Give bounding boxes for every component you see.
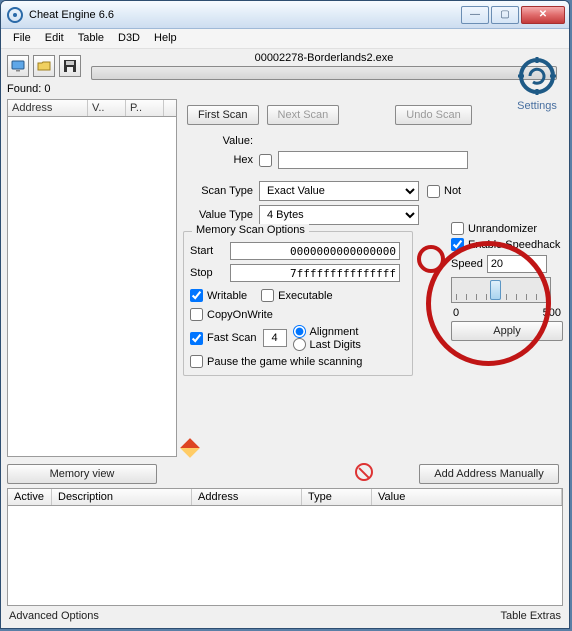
window-title: Cheat Engine 6.6	[29, 9, 461, 21]
menubar: File Edit Table D3D Help	[1, 29, 569, 49]
writable-label: Writable	[207, 290, 247, 302]
app-window: Cheat Engine 6.6 — ▢ ✕ File Edit Table D…	[0, 0, 570, 629]
menu-file[interactable]: File	[7, 31, 37, 46]
footer: Advanced Options Table Extras	[1, 606, 569, 626]
hex-checkbox[interactable]	[259, 154, 272, 167]
add-address-button[interactable]: Add Address Manually	[419, 464, 559, 484]
col-prev[interactable]: P..	[126, 100, 164, 116]
scan-type-select[interactable]: Exact Value	[259, 181, 419, 201]
alignment-label: Alignment	[310, 326, 359, 338]
apply-button[interactable]: Apply	[451, 321, 563, 341]
found-row: Found: 0	[1, 83, 569, 95]
menu-help[interactable]: Help	[148, 31, 183, 46]
slider-max: 500	[543, 307, 561, 319]
value-label: Value:	[183, 135, 253, 147]
slider-thumb-icon[interactable]	[490, 280, 501, 300]
value-type-select[interactable]: 4 Bytes	[259, 205, 419, 225]
minimize-button[interactable]: —	[461, 6, 489, 24]
speed-label: Speed	[451, 258, 483, 270]
scan-pane: First Scan Next Scan Undo Scan Value: He…	[183, 99, 563, 457]
open-file-button[interactable]	[33, 55, 55, 77]
executable-label: Executable	[278, 290, 332, 302]
edit-icon-button[interactable]	[183, 441, 197, 455]
last-digits-label: Last Digits	[310, 339, 361, 351]
scan-type-label: Scan Type	[183, 185, 253, 197]
last-digits-radio[interactable]	[293, 338, 306, 351]
results-list[interactable]	[7, 117, 177, 457]
col-tvalue[interactable]: Value	[372, 489, 562, 505]
stop-label: Stop	[190, 267, 224, 279]
col-active[interactable]: Active	[8, 489, 52, 505]
not-label: Not	[444, 185, 461, 197]
fast-scan-label: Fast Scan	[207, 332, 257, 344]
unrandomizer-label: Unrandomizer	[468, 223, 537, 235]
close-button[interactable]: ✕	[521, 6, 565, 24]
table-extras-link[interactable]: Table Extras	[500, 610, 561, 622]
col-address[interactable]: Address	[8, 100, 88, 116]
start-input[interactable]	[230, 242, 400, 260]
fast-scan-value[interactable]	[263, 329, 287, 347]
maximize-button[interactable]: ▢	[491, 6, 519, 24]
titlebar: Cheat Engine 6.6 — ▢ ✕	[1, 1, 569, 29]
memory-scan-options: Memory Scan Options Start Stop Writable …	[183, 231, 413, 376]
col-value[interactable]: V..	[88, 100, 126, 116]
memory-view-button[interactable]: Memory view	[7, 464, 157, 484]
floppy-icon	[63, 59, 77, 73]
speed-input[interactable]	[487, 255, 547, 273]
col-desc[interactable]: Description	[52, 489, 192, 505]
speedhack-panel: Unrandomizer Enable Speedhack Speed 0 500…	[451, 219, 563, 341]
pause-checkbox[interactable]	[190, 355, 203, 368]
alignment-radio[interactable]	[293, 325, 306, 338]
address-table-header: Active Description Address Type Value	[7, 488, 563, 506]
found-label: Found:	[7, 83, 41, 95]
mem-opts-title: Memory Scan Options	[192, 224, 309, 236]
process-name: 00002278-Borderlands2.exe	[91, 52, 557, 64]
scan-progress	[91, 66, 557, 80]
monitor-icon	[11, 59, 25, 73]
enable-speedhack-checkbox[interactable]	[451, 238, 464, 251]
no-entry-icon[interactable]	[355, 463, 373, 481]
writable-checkbox[interactable]	[190, 289, 203, 302]
cow-label: CopyOnWrite	[207, 309, 273, 321]
pencil-icon	[180, 438, 200, 458]
speed-slider[interactable]	[451, 277, 551, 303]
value-input[interactable]	[278, 151, 468, 169]
save-button[interactable]	[59, 55, 81, 77]
next-scan-button[interactable]: Next Scan	[267, 105, 340, 125]
value-type-label: Value Type	[183, 209, 253, 221]
open-process-button[interactable]	[7, 55, 29, 77]
speedhack-label: Enable Speedhack	[468, 239, 560, 251]
hex-label: Hex	[183, 154, 253, 166]
menu-d3d[interactable]: D3D	[112, 31, 146, 46]
unrandomizer-checkbox[interactable]	[451, 222, 464, 235]
advanced-options-link[interactable]: Advanced Options	[9, 610, 99, 622]
found-count: 0	[44, 83, 50, 95]
cheat-engine-icon	[516, 55, 558, 97]
copyonwrite-checkbox[interactable]	[190, 308, 203, 321]
start-label: Start	[190, 245, 224, 257]
menu-table[interactable]: Table	[72, 31, 110, 46]
col-taddress[interactable]: Address	[192, 489, 302, 505]
folder-open-icon	[37, 59, 51, 73]
not-checkbox[interactable]	[427, 185, 440, 198]
toolbar: 00002278-Borderlands2.exe	[1, 49, 569, 83]
slider-min: 0	[453, 307, 459, 319]
executable-checkbox[interactable]	[261, 289, 274, 302]
results-pane: Address V.. P..	[7, 99, 177, 457]
menu-edit[interactable]: Edit	[39, 31, 70, 46]
fast-scan-checkbox[interactable]	[190, 332, 203, 345]
stop-input[interactable]	[230, 264, 400, 282]
first-scan-button[interactable]: First Scan	[187, 105, 259, 125]
undo-scan-button[interactable]: Undo Scan	[395, 105, 471, 125]
app-icon	[7, 7, 23, 23]
address-table[interactable]	[7, 506, 563, 606]
col-type[interactable]: Type	[302, 489, 372, 505]
results-header: Address V.. P..	[7, 99, 177, 117]
pause-label: Pause the game while scanning	[207, 356, 362, 368]
